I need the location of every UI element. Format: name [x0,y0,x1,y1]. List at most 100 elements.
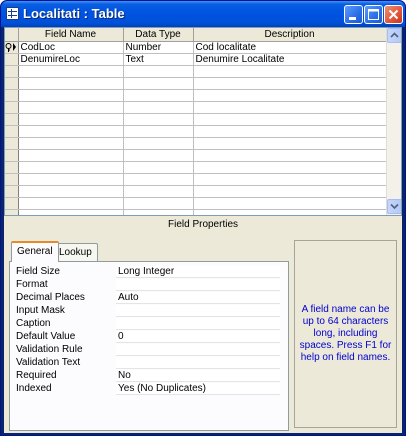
description-cell[interactable] [193,149,387,162]
field-name-cell[interactable] [18,125,124,138]
row-selector[interactable] [5,53,19,66]
field-name-cell[interactable]: CodLoc [18,41,124,54]
table-row[interactable]: DenumireLoc Text Denumire Localitate [5,53,387,66]
title-bar[interactable]: Localitati : Table [1,1,405,27]
data-type-cell[interactable] [123,137,194,150]
data-type-cell[interactable]: Number [123,41,194,54]
description-cell[interactable]: Denumire Localitate [193,53,387,66]
description-cell[interactable]: Cod localitate [193,41,387,54]
empty-row[interactable] [5,161,387,174]
empty-row[interactable] [5,197,387,210]
data-type-cell[interactable] [123,209,194,215]
description-cell[interactable] [193,125,387,138]
empty-row[interactable] [5,137,387,150]
row-selector[interactable] [5,209,19,215]
description-cell[interactable] [193,137,387,150]
empty-row[interactable] [5,173,387,186]
property-value-default-value[interactable]: 0 [116,331,280,343]
property-value-format[interactable] [116,279,280,291]
row-selector[interactable] [5,65,19,78]
property-row[interactable]: Required No [16,370,282,383]
row-selector[interactable] [5,125,19,138]
property-value-caption[interactable] [116,318,280,330]
property-row[interactable]: Indexed Yes (No Duplicates) [16,383,282,396]
vertical-scrollbar[interactable] [386,28,401,215]
data-type-cell[interactable] [123,89,194,102]
property-row[interactable]: Validation Text [16,357,282,370]
property-row[interactable]: Caption [16,318,282,331]
field-name-cell[interactable] [18,209,124,215]
column-header-data-type[interactable]: Data Type [123,28,194,42]
field-name-cell[interactable] [18,113,124,126]
property-value-validation-text[interactable] [116,357,280,369]
field-name-cell[interactable] [18,161,124,174]
description-cell[interactable] [193,77,387,90]
row-selector[interactable] [5,41,19,54]
scroll-down-button[interactable] [387,199,401,214]
empty-row[interactable] [5,89,387,102]
data-type-cell[interactable]: Text [123,53,194,66]
field-name-cell[interactable] [18,173,124,186]
scroll-up-button[interactable] [387,28,401,43]
field-name-cell[interactable] [18,89,124,102]
row-selector[interactable] [5,149,19,162]
data-type-cell[interactable] [123,185,194,198]
property-row[interactable]: Field Size Long Integer [16,266,282,279]
field-grid[interactable]: Field Name Data Type Description CodLoc … [4,27,402,216]
field-name-cell[interactable] [18,77,124,90]
empty-row[interactable] [5,125,387,138]
data-type-cell[interactable] [123,161,194,174]
minimize-button[interactable] [344,5,363,24]
column-header-field-name[interactable]: Field Name [18,28,124,42]
row-selector[interactable] [5,161,19,174]
data-type-cell[interactable] [123,125,194,138]
empty-row[interactable] [5,149,387,162]
row-selector[interactable] [5,89,19,102]
row-selector[interactable] [5,77,19,90]
tab-general[interactable]: General [11,241,59,262]
description-cell[interactable] [193,113,387,126]
select-all-cell[interactable] [5,28,19,42]
description-cell[interactable] [193,209,387,215]
row-selector[interactable] [5,101,19,114]
field-name-cell[interactable] [18,65,124,78]
column-header-description[interactable]: Description [193,28,387,42]
row-selector[interactable] [5,173,19,186]
field-name-cell[interactable] [18,137,124,150]
data-type-cell[interactable] [123,197,194,210]
row-selector[interactable] [5,137,19,150]
description-cell[interactable] [193,173,387,186]
property-row[interactable]: Format [16,279,282,292]
tab-lookup[interactable]: Lookup [53,243,98,261]
field-name-cell[interactable] [18,185,124,198]
data-type-cell[interactable] [123,113,194,126]
property-value-field-size[interactable]: Long Integer [116,266,280,278]
field-name-cell[interactable]: DenumireLoc [18,53,124,66]
row-selector[interactable] [5,185,19,198]
description-cell[interactable] [193,89,387,102]
property-value-indexed[interactable]: Yes (No Duplicates) [116,383,280,395]
property-row[interactable]: Input Mask [16,305,282,318]
data-type-cell[interactable] [123,77,194,90]
description-cell[interactable] [193,197,387,210]
empty-row[interactable] [5,65,387,78]
table-row[interactable]: CodLoc Number Cod localitate [5,41,387,54]
data-type-cell[interactable] [123,101,194,114]
property-value-decimal-places[interactable]: Auto [116,292,280,304]
row-selector[interactable] [5,197,19,210]
field-name-cell[interactable] [18,197,124,210]
property-row[interactable]: Decimal Places Auto [16,292,282,305]
description-cell[interactable] [193,161,387,174]
data-type-cell[interactable] [123,65,194,78]
property-row[interactable]: Default Value 0 [16,331,282,344]
maximize-button[interactable] [364,5,383,24]
property-value-input-mask[interactable] [116,305,280,317]
empty-row[interactable] [5,113,387,126]
property-value-required[interactable]: No [116,370,280,382]
description-cell[interactable] [193,101,387,114]
field-name-cell[interactable] [18,149,124,162]
field-name-cell[interactable] [18,101,124,114]
property-row[interactable]: Validation Rule [16,344,282,357]
empty-row[interactable] [5,185,387,198]
property-value-validation-rule[interactable] [116,344,280,356]
